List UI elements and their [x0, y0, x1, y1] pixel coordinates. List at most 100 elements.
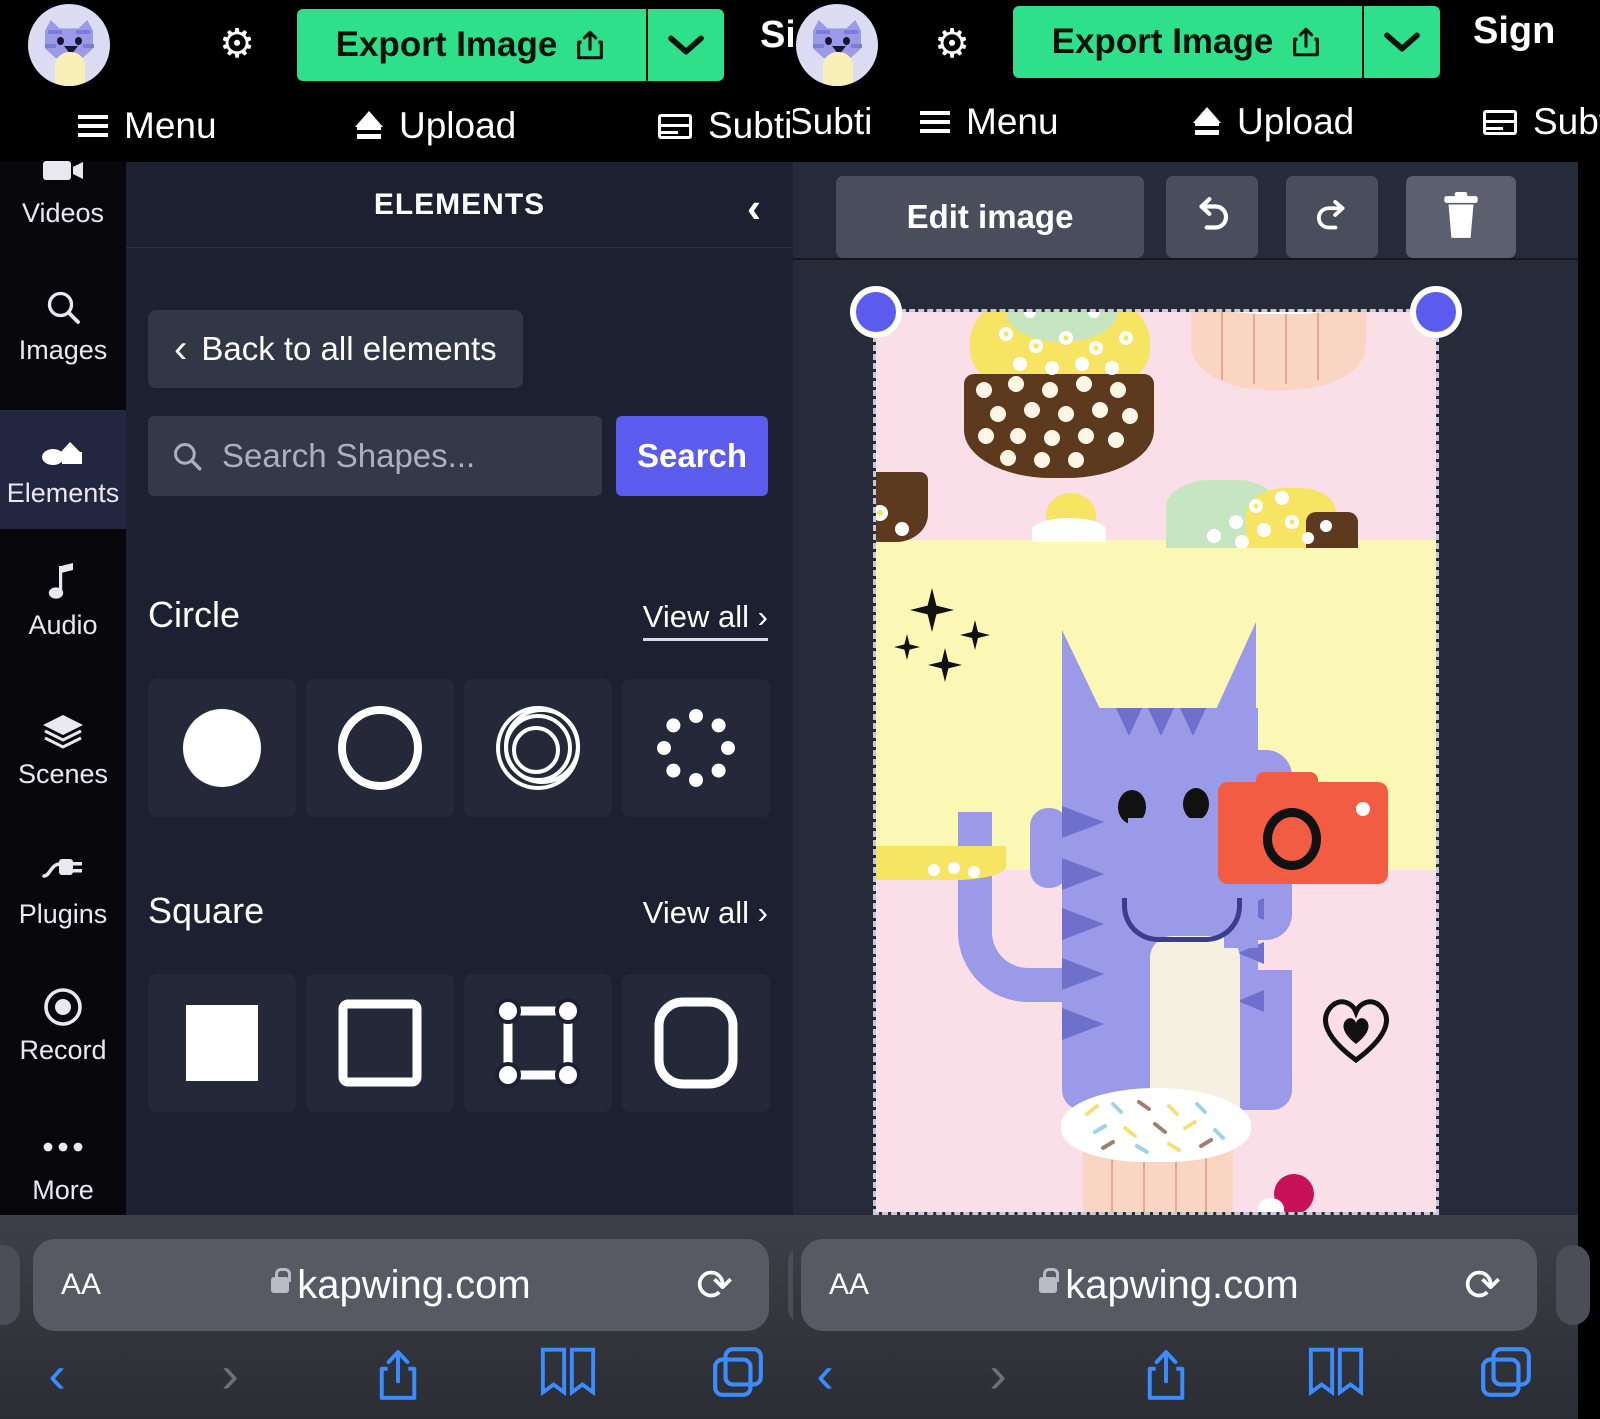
export-image-button[interactable]: Export Image — [1013, 6, 1362, 78]
browser-nav-row: ‹ › — [0, 1345, 793, 1419]
sidebar-item-scenes[interactable]: Scenes — [0, 709, 126, 790]
sub-toolbar-right: Subti Menu Upload Subtitles — [793, 86, 1600, 158]
upload-label: Upload — [1237, 101, 1355, 142]
forward-icon[interactable]: › — [195, 1345, 265, 1405]
browser-nav-row: ‹ › — [793, 1345, 1578, 1419]
sign-in-button[interactable]: Sign — [1473, 10, 1555, 53]
upload-button[interactable]: Upload — [355, 90, 516, 162]
export-options-caret[interactable] — [646, 9, 724, 81]
shape-tile-concentric-circles[interactable] — [464, 679, 612, 817]
shape-search-row: Search Shapes... Search — [148, 416, 768, 496]
sidebar-item-record[interactable]: Record — [0, 985, 126, 1066]
back-icon[interactable]: ‹ — [793, 1345, 860, 1405]
avatar-eye — [75, 37, 82, 45]
back-label: Back to all elements — [201, 330, 497, 367]
sidebar-label: Plugins — [18, 899, 108, 929]
sprinkles — [1085, 1100, 1225, 1154]
sidebar-rail: Videos Images Elements Audio Scenes Plug… — [0, 161, 126, 1215]
node-square-icon — [495, 998, 581, 1088]
cupcake-sprinkles-bottom — [1061, 1084, 1251, 1212]
cat-arm-outline — [1122, 898, 1242, 942]
shape-tile-filled-square[interactable] — [148, 974, 296, 1112]
image-editor-panel: Edit image — [793, 162, 1578, 1215]
shape-tile-outline-square[interactable] — [306, 974, 454, 1112]
menu-button[interactable]: Menu — [920, 86, 1059, 158]
shape-tile-node-square[interactable] — [464, 974, 612, 1112]
record-icon — [40, 985, 86, 1029]
export-image-label: Export Image — [335, 25, 558, 64]
delete-button[interactable] — [1406, 176, 1516, 258]
tabs-icon[interactable] — [703, 1345, 773, 1399]
avatar-stripe — [45, 44, 56, 48]
avatar-eye — [843, 37, 850, 45]
sign-in-button[interactable]: Sign — [760, 14, 793, 57]
flower-decor — [876, 505, 909, 536]
sidebar-item-audio[interactable]: Audio — [0, 560, 126, 641]
undo-button[interactable] — [1166, 176, 1258, 258]
selection-handle-top-right[interactable] — [1410, 286, 1462, 338]
edit-image-button[interactable]: Edit image — [836, 176, 1144, 258]
canvas-wrapper[interactable] — [850, 286, 1462, 1215]
book-icon[interactable] — [1301, 1345, 1371, 1397]
tab-peek-right[interactable] — [1556, 1245, 1590, 1325]
section-header-square: Square View all › — [148, 890, 768, 932]
shape-tile-outline-circle[interactable] — [306, 679, 454, 817]
sidebar-label: Images — [18, 335, 108, 365]
view-all-circle[interactable]: View all › — [642, 599, 768, 641]
view-all-square[interactable]: View all › — [643, 895, 768, 931]
back-to-all-elements-button[interactable]: ‹ Back to all elements — [148, 310, 523, 388]
export-options-caret[interactable] — [1362, 6, 1440, 78]
url-text: kapwing.com — [297, 1262, 531, 1307]
cat-eye — [1183, 788, 1209, 820]
redo-button[interactable] — [1286, 176, 1378, 258]
subtitles-label: Subtitles — [1533, 101, 1600, 142]
export-image-button[interactable]: Export Image — [297, 9, 646, 81]
upload-button[interactable]: Upload — [1193, 86, 1354, 158]
tab-peek-left[interactable] — [0, 1245, 20, 1325]
avatar-stripe — [76, 30, 90, 34]
filled-circle-icon — [183, 709, 261, 787]
avatar-stripe — [813, 44, 824, 48]
reload-icon[interactable]: ⟳ — [1464, 1260, 1501, 1311]
camera-flash — [1356, 802, 1370, 816]
forward-icon[interactable]: › — [963, 1345, 1033, 1405]
share-icon[interactable] — [363, 1345, 433, 1405]
section-title: Square — [148, 890, 265, 931]
subtitles-button[interactable]: Subtitles — [1483, 86, 1600, 158]
chevron-down-icon — [668, 35, 704, 55]
subtitles-button[interactable]: Subtitles — [658, 90, 793, 162]
avatar-body — [55, 52, 85, 86]
shape-tile-dotted-circle[interactable] — [622, 679, 770, 817]
gear-icon[interactable]: ⚙ — [930, 22, 974, 66]
share-icon[interactable] — [1131, 1345, 1201, 1405]
search-input[interactable]: Search Shapes... — [148, 416, 602, 496]
sidebar-item-more[interactable]: More — [0, 1125, 126, 1206]
reload-icon[interactable]: ⟳ — [696, 1260, 733, 1311]
sidebar-item-videos[interactable]: Videos — [0, 148, 126, 229]
gear-icon[interactable]: ⚙ — [215, 22, 259, 66]
shape-tile-filled-circle[interactable] — [148, 679, 296, 817]
image-canvas[interactable] — [873, 309, 1439, 1215]
avatar[interactable] — [796, 4, 878, 86]
outline-square-icon — [338, 999, 422, 1087]
chevron-left-icon[interactable]: ‹ — [747, 184, 761, 232]
search-placeholder: Search Shapes... — [222, 437, 476, 474]
address-bar[interactable]: AA kapwing.com ⟳ — [33, 1239, 769, 1331]
upload-icon — [355, 111, 383, 141]
book-icon[interactable] — [533, 1345, 603, 1397]
subtitles-button-clipped[interactable]: Subti — [793, 86, 872, 158]
search-button[interactable]: Search — [616, 416, 768, 496]
tabs-icon[interactable] — [1471, 1345, 1541, 1399]
selection-handle-top-left[interactable] — [850, 286, 902, 338]
sidebar-item-plugins[interactable]: Plugins — [0, 849, 126, 930]
sidebar-item-images[interactable]: Images — [0, 285, 126, 366]
plug-icon — [40, 849, 86, 893]
back-icon[interactable]: ‹ — [22, 1345, 92, 1405]
sidebar-label: Elements — [6, 478, 120, 508]
section-title: Circle — [148, 594, 241, 635]
avatar[interactable] — [28, 4, 110, 86]
cat-illustration — [956, 622, 1388, 1116]
address-bar[interactable]: AA kapwing.com ⟳ — [801, 1239, 1537, 1331]
sidebar-item-elements[interactable]: Elements — [0, 410, 126, 529]
shape-tile-rounded-square[interactable] — [622, 974, 770, 1112]
